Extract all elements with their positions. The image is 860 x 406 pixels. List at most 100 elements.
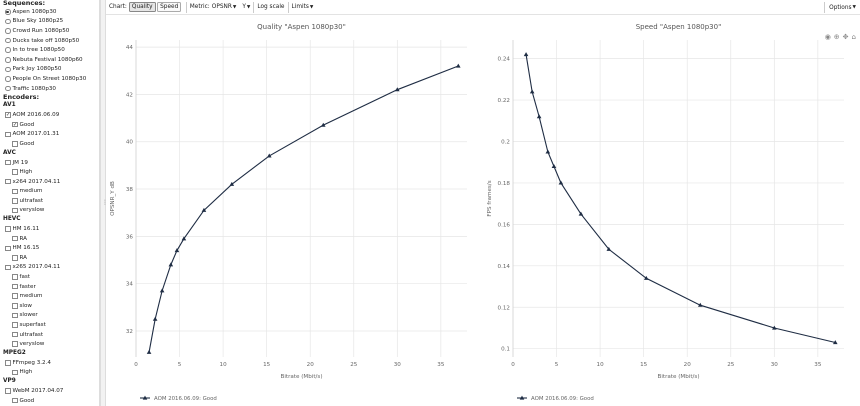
encoder-preset-item[interactable]: High xyxy=(0,368,99,378)
sequence-radio[interactable] xyxy=(5,37,11,44)
encoder-checkbox[interactable] xyxy=(12,322,18,328)
encoder-checkbox[interactable] xyxy=(5,360,11,366)
encoder-checkbox[interactable] xyxy=(5,178,11,185)
encoder-item[interactable]: AOM 2017.01.31 xyxy=(0,130,99,140)
limits-dropdown[interactable]: Limits ▼ xyxy=(292,4,314,10)
y-dropdown[interactable]: Y ▼ xyxy=(242,4,250,10)
chevron-down-icon: ▼ xyxy=(309,4,314,10)
data-point[interactable] xyxy=(168,262,174,267)
encoder-preset-item[interactable]: fast xyxy=(0,272,99,282)
sequence-item[interactable]: People On Street 1080p30 xyxy=(0,74,99,84)
log-scale-toggle[interactable]: Log scale xyxy=(257,4,284,10)
sequence-radio[interactable] xyxy=(5,57,11,63)
sequence-radio[interactable] xyxy=(5,18,11,25)
quality-button[interactable]: Quality xyxy=(128,2,156,12)
sequence-radio[interactable] xyxy=(5,66,11,73)
sequence-radio[interactable] xyxy=(5,85,11,92)
encoder-checkbox[interactable] xyxy=(5,159,11,166)
options-dropdown[interactable]: Options ▼ xyxy=(824,2,856,13)
speed-button[interactable]: Speed xyxy=(157,2,182,12)
encoder-preset-item[interactable]: ✓ Good xyxy=(0,120,99,130)
home-icon[interactable]: ⌂ xyxy=(852,33,856,41)
encoder-checkbox[interactable] xyxy=(12,397,18,404)
encoder-item[interactable]: x265 2017.04.11 xyxy=(0,263,99,273)
encoder-checkbox[interactable] xyxy=(12,235,18,242)
sequence-radio[interactable] xyxy=(5,9,11,15)
encoder-group-title: AVC xyxy=(3,149,16,156)
encoder-preset-item[interactable]: slow xyxy=(0,301,99,311)
encoder-checkbox[interactable] xyxy=(12,341,18,347)
encoder-checkbox[interactable] xyxy=(5,245,11,252)
encoder-checkbox[interactable] xyxy=(5,226,11,232)
data-point[interactable] xyxy=(529,89,535,94)
encoder-checkbox[interactable] xyxy=(12,188,18,195)
encoder-preset-item[interactable]: RA xyxy=(0,253,99,263)
pan-icon[interactable]: ✥ xyxy=(843,33,849,41)
encoder-checkbox[interactable] xyxy=(12,369,18,376)
sequence-item[interactable]: Crowd Run 1080p50 xyxy=(0,26,99,36)
data-point[interactable] xyxy=(523,52,529,57)
encoder-checkbox[interactable] xyxy=(12,274,18,280)
encoder-checkbox[interactable] xyxy=(5,388,11,394)
data-point[interactable] xyxy=(536,114,542,119)
data-point[interactable] xyxy=(455,63,461,68)
encoder-checkbox[interactable] xyxy=(12,303,18,309)
sequence-radio[interactable] xyxy=(5,76,11,82)
sequence-radio[interactable] xyxy=(5,28,11,34)
encoder-checkbox[interactable] xyxy=(12,293,18,299)
encoder-item[interactable]: WebM 2017.04.07 xyxy=(0,386,99,396)
camera-icon[interactable]: ◉ xyxy=(825,33,831,41)
sequence-radio[interactable] xyxy=(5,47,11,53)
sequence-item[interactable]: Aspen 1080p30 xyxy=(0,7,99,17)
data-point[interactable] xyxy=(159,288,165,293)
encoder-preset-item[interactable]: Good xyxy=(0,396,99,406)
encoder-checkbox[interactable]: ✓ xyxy=(5,112,11,118)
encoder-item[interactable]: HM 16.15 xyxy=(0,243,99,253)
sequence-label: Nebuta Festival 1080p60 xyxy=(12,56,83,63)
sequence-item[interactable]: Traffic 1080p30 xyxy=(0,84,99,94)
encoder-preset-item[interactable]: ultrafast xyxy=(0,196,99,206)
encoder-preset-item[interactable]: High xyxy=(0,167,99,177)
encoder-preset-item[interactable]: superfast xyxy=(0,320,99,330)
encoder-item[interactable]: HM 16.11 xyxy=(0,224,99,234)
encoder-checkbox[interactable] xyxy=(12,255,18,261)
encoder-preset-item[interactable]: faster xyxy=(0,282,99,292)
sequence-item[interactable]: In to tree 1080p50 xyxy=(0,45,99,55)
encoder-checkbox[interactable] xyxy=(12,312,18,319)
encoder-item[interactable]: ✓ AOM 2016.06.09 xyxy=(0,110,99,120)
encoder-preset-item[interactable]: RA xyxy=(0,234,99,244)
data-point[interactable] xyxy=(146,349,152,354)
encoder-checkbox[interactable] xyxy=(5,131,11,138)
encoder-preset-item[interactable]: ultrafast xyxy=(0,330,99,340)
encoder-checkbox[interactable] xyxy=(12,169,18,175)
sequence-item[interactable]: Nebuta Festival 1080p60 xyxy=(0,55,99,65)
data-point[interactable] xyxy=(551,163,557,168)
sequence-item[interactable]: Blue Sky 1080p25 xyxy=(0,17,99,27)
encoder-item[interactable]: FFmpeg 3.2.4 xyxy=(0,358,99,368)
quality-chart: 0 5 10 15 20 25 30 35 32 34 36 38 40 42 44 Quality "Asp… xyxy=(106,15,483,406)
sequence-item[interactable]: Ducks take off 1080p50 xyxy=(0,36,99,46)
encoder-preset-item[interactable]: medium xyxy=(0,291,99,301)
encoder-checkbox[interactable]: ✓ xyxy=(12,121,18,128)
encoder-preset-item[interactable]: veryslow xyxy=(0,206,99,216)
encoder-preset-item[interactable]: Good xyxy=(0,139,99,149)
sequence-item[interactable]: Park Joy 1080p50 xyxy=(0,65,99,75)
encoder-preset-item[interactable]: veryslow xyxy=(0,339,99,349)
encoder-checkbox[interactable] xyxy=(12,283,18,290)
encoder-preset-item[interactable]: medium xyxy=(0,187,99,197)
encoder-checkbox[interactable] xyxy=(12,141,18,147)
encoder-preset-item[interactable]: slower xyxy=(0,311,99,321)
encoder-checkbox[interactable] xyxy=(12,198,18,204)
encoder-item[interactable]: JM 19 xyxy=(0,158,99,168)
encoder-checkbox[interactable] xyxy=(12,331,18,338)
data-point[interactable] xyxy=(545,149,551,154)
encoder-label: High xyxy=(19,169,33,176)
metric-dropdown[interactable]: OPSNR ▼ xyxy=(212,4,237,10)
data-point[interactable] xyxy=(558,180,564,185)
encoder-checkbox[interactable] xyxy=(5,264,11,271)
data-point[interactable] xyxy=(152,316,158,321)
encoder-checkbox[interactable] xyxy=(12,207,18,214)
encoder-item[interactable]: x264 2017.04.11 xyxy=(0,177,99,187)
encoder-label: slower xyxy=(19,312,38,319)
zoom-in-icon[interactable]: ⊕ xyxy=(834,33,840,41)
